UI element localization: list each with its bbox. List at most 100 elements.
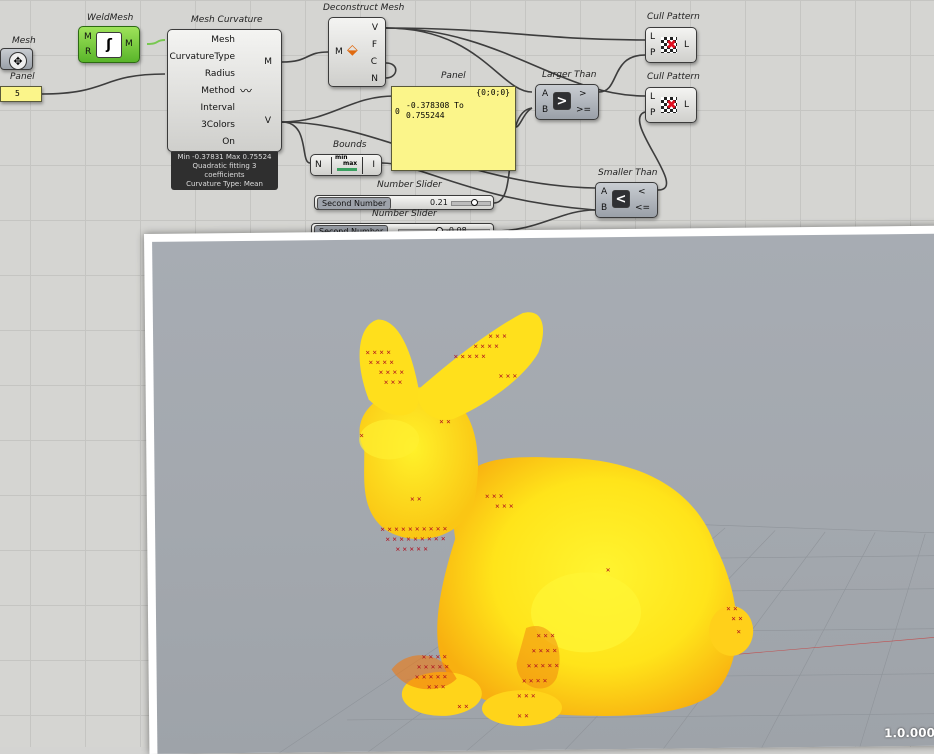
bounds-component[interactable]: N min max I — [310, 154, 382, 176]
mesh-curvature-component[interactable]: Mesh CurvatureType Radius Method Interva… — [167, 29, 282, 152]
viewport-scene: ✕ ✕ ✕ ✕✕ ✕ ✕ ✕ ✕ ✕ ✕ ✕✕ ✕ ✕ ✕ ✕ ✕ ✕ ✕✕ ✕… — [267, 312, 934, 754]
svg-text:✕ ✕ ✕: ✕ ✕ ✕ — [517, 693, 536, 700]
svg-text:✕ ✕: ✕ ✕ — [731, 616, 743, 623]
weldmesh-icon: ʃ — [96, 32, 122, 58]
cp2-output-l[interactable]: L — [684, 100, 689, 111]
lt-input-b[interactable]: B — [542, 105, 548, 116]
rhino-viewport-frame: ✕ ✕ ✕ ✕ ✕ ✕ ✕ ✕ ✕ ✕ ✕ ✕ ✕ ✕ ✕ ✕ ✕ ✕ ✕ ✕ ✕ ✕… — [144, 225, 934, 754]
cp2-input-l[interactable]: L — [650, 92, 655, 103]
lt-output-gt[interactable]: > — [579, 89, 587, 100]
deconstruct-mesh-component[interactable]: M ⬙ V F C N — [328, 17, 386, 87]
cp1-output-l[interactable]: L — [684, 40, 689, 51]
version-label: 1.0.0007 — [883, 725, 934, 741]
curvature-icon: 〰 — [240, 84, 253, 98]
mc-input-3colors[interactable]: 3Colors — [201, 120, 235, 131]
bounds-output-i[interactable]: I — [372, 160, 375, 171]
cull-x-icon: ✖ — [666, 38, 677, 53]
svg-text:✕ ✕ ✕ ✕ ✕ ✕ ✕ ✕ ✕ ✕: ✕ ✕ ✕ ✕ ✕ ✕ ✕ ✕ ✕ ✕ — [380, 526, 448, 534]
mesh-curvature-title: Mesh Curvature — [191, 15, 263, 25]
svg-text:✕ ✕ ✕ ✕: ✕ ✕ ✕ ✕ — [365, 349, 391, 356]
larger-than-icon: > — [553, 92, 571, 110]
mc-input-method[interactable]: Method — [201, 86, 235, 97]
svg-text:✕ ✕: ✕ ✕ — [410, 496, 422, 503]
dm-input-m[interactable]: M — [335, 47, 343, 58]
svg-text:✕ ✕ ✕ ✕: ✕ ✕ ✕ ✕ — [421, 654, 447, 661]
svg-text:✕ ✕ ✕ ✕: ✕ ✕ ✕ ✕ — [522, 678, 548, 685]
mc-input-mesh[interactable]: Mesh — [211, 35, 235, 46]
dm-output-f[interactable]: F — [372, 40, 377, 51]
weldmesh-input-r[interactable]: R — [85, 47, 91, 58]
svg-text:✕ ✕: ✕ ✕ — [457, 704, 469, 711]
dm-output-v[interactable]: V — [372, 23, 378, 34]
lt-output-gte[interactable]: >= — [576, 105, 591, 116]
lt-input-a[interactable]: A — [542, 89, 548, 100]
panel-large-line1: -0.378308 To — [406, 101, 464, 110]
svg-text:✕ ✕ ✕ ✕ ✕: ✕ ✕ ✕ ✕ ✕ — [395, 546, 428, 553]
cp1-input-l[interactable]: L — [650, 32, 655, 43]
svg-text:✕ ✕ ✕: ✕ ✕ ✕ — [384, 379, 403, 386]
cp1-input-p[interactable]: P — [650, 48, 655, 59]
cull-pattern-icon: ✖ — [661, 97, 677, 113]
panel-small-value: 5 — [15, 89, 20, 98]
mc-input-radius[interactable]: Radius — [205, 69, 235, 80]
weldmesh-output-m[interactable]: M — [125, 39, 133, 50]
svg-text:✕ ✕ ✕: ✕ ✕ ✕ — [536, 633, 555, 640]
weldmesh-title: WeldMesh — [87, 13, 134, 23]
bounds-title: Bounds — [333, 140, 367, 150]
cull-pattern-icon: ✖ — [661, 37, 677, 53]
svg-text:✕ ✕ ✕: ✕ ✕ ✕ — [498, 373, 517, 380]
svg-text:✕: ✕ — [606, 567, 611, 574]
dm-output-c[interactable]: C — [371, 57, 377, 68]
svg-text:✕: ✕ — [359, 433, 364, 440]
cp2-input-p[interactable]: P — [650, 108, 655, 119]
svg-text:✕ ✕ ✕ ✕: ✕ ✕ ✕ ✕ — [378, 369, 404, 376]
panel-small[interactable]: 5 — [0, 86, 42, 102]
mc-output-v[interactable]: V — [265, 116, 271, 127]
mc-input-interval[interactable]: Interval — [201, 103, 235, 114]
mesh-curvature-info: Min -0.37831 Max 0.75524 Quadratic fitti… — [171, 152, 278, 190]
mc-input-on[interactable]: On — [222, 137, 235, 148]
cull-pattern-2-component[interactable]: L P ✖ L — [645, 87, 697, 123]
larger-than-title: Larger Than — [542, 70, 597, 80]
bounds-icon-max: max — [343, 160, 358, 167]
bounds-icon-bar — [337, 168, 357, 171]
slider-1-knob[interactable] — [470, 199, 478, 206]
mc-output-m[interactable]: M — [264, 57, 272, 68]
larger-than-component[interactable]: A B > > >= — [535, 84, 599, 120]
panel-large-path: {0;0;0} — [476, 88, 510, 97]
st-input-a[interactable]: A — [601, 187, 607, 198]
weldmesh-input-m[interactable]: M — [84, 32, 92, 43]
weldmesh-component[interactable]: M R ʃ M — [78, 26, 140, 63]
st-output-lte[interactable]: <= — [635, 203, 650, 214]
rhino-viewport[interactable]: ✕ ✕ ✕ ✕ ✕ ✕ ✕ ✕ ✕ ✕ ✕ ✕ ✕ ✕ ✕ ✕ ✕ ✕ ✕ ✕ ✕ ✕… — [152, 233, 934, 754]
bounds-input-n[interactable]: N — [315, 160, 322, 171]
mesh-icon: ✥ — [9, 52, 27, 70]
slider-2-title: Number Slider — [372, 209, 437, 219]
svg-text:✕ ✕ ✕: ✕ ✕ ✕ — [485, 493, 504, 500]
svg-text:✕ ✕: ✕ ✕ — [517, 713, 529, 720]
st-input-b[interactable]: B — [601, 203, 607, 214]
mesh-param[interactable]: ✥ — [0, 48, 33, 70]
dm-output-n[interactable]: N — [371, 74, 378, 85]
panel-large-line2: 0.755244 — [406, 111, 445, 120]
deconstruct-mesh-icon: ⬙ — [347, 42, 358, 58]
smaller-than-component[interactable]: A B < < <= — [595, 182, 658, 218]
svg-text:✕ ✕: ✕ ✕ — [726, 606, 738, 613]
st-output-lt[interactable]: < — [638, 187, 646, 198]
deconstruct-mesh-title: Deconstruct Mesh — [323, 3, 405, 13]
svg-text:✕ ✕ ✕ ✕ ✕ ✕ ✕ ✕ ✕: ✕ ✕ ✕ ✕ ✕ ✕ ✕ ✕ ✕ — [385, 536, 446, 544]
smaller-than-icon: < — [612, 190, 630, 208]
mc-input-curvaturetype[interactable]: CurvatureType — [170, 52, 235, 63]
mesh-param-title: Mesh — [12, 36, 36, 46]
svg-text:✕ ✕ ✕: ✕ ✕ ✕ — [495, 503, 514, 510]
smaller-than-title: Smaller Than — [598, 168, 658, 178]
mc-info-minmax: Min -0.37831 Max 0.75524 — [177, 153, 272, 161]
cull-pattern-1-component[interactable]: L P ✖ L — [645, 27, 697, 63]
svg-text:✕ ✕ ✕ ✕ ✕: ✕ ✕ ✕ ✕ ✕ — [527, 663, 560, 670]
panel-large[interactable]: {0;0;0} 0 -0.378308 To 0.755244 — [391, 86, 516, 171]
svg-text:✕ ✕ ✕ ✕ ✕: ✕ ✕ ✕ ✕ ✕ — [453, 353, 486, 360]
svg-text:✕ ✕ ✕ ✕ ✕: ✕ ✕ ✕ ✕ ✕ — [417, 664, 450, 671]
number-slider-1[interactable]: Second Number 0.21 — [314, 195, 494, 210]
svg-text:✕ ✕ ✕: ✕ ✕ ✕ — [427, 684, 446, 691]
slider-1-value: 0.21 — [430, 198, 448, 207]
